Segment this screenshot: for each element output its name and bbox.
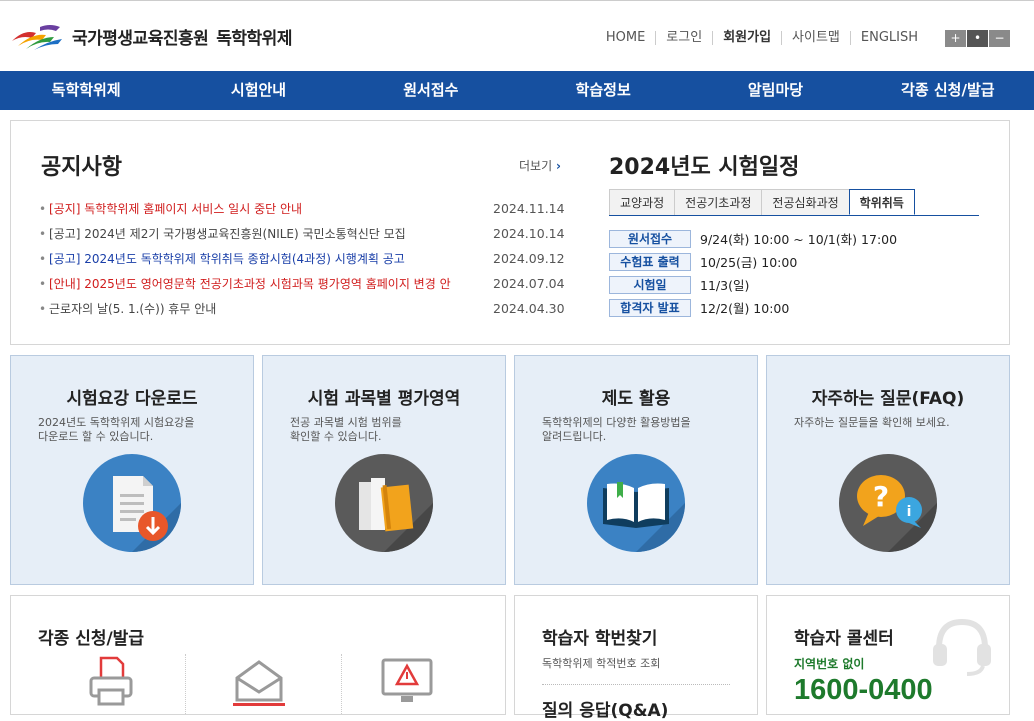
utility-nav: HOME 로그인 회원가입 사이트맵 ENGLISH [596, 31, 928, 45]
schedule-value: 11/3(일) [700, 278, 750, 293]
card-desc: 자주하는 질문들을 확인해 보세요. [794, 416, 950, 429]
schedule-title: 2024년도 시험일정 [609, 155, 800, 180]
card-desc: 전공 과목별 시험 범위를 확인할 수 있습니다. [290, 416, 402, 443]
student-number-title[interactable]: 학습자 학번찾기 [542, 624, 657, 649]
english-link[interactable]: ENGLISH [849, 31, 928, 45]
monitor-warning-icon[interactable] [381, 658, 433, 712]
student-number-panel: 학습자 학번찾기 독학학위제 학적번호 조회 질의 응답(Q&A) [514, 595, 758, 721]
schedule-row: 시험일 11/3(일) [609, 273, 897, 296]
schedule-label: 수험표 출력 [609, 252, 691, 271]
list-item[interactable]: • [공고] 2024년 제2기 국가평생교육진흥원(NILE) 국민소통혁신단 … [39, 221, 569, 246]
open-book-icon [587, 454, 685, 552]
card-faq[interactable]: 자주하는 질문(FAQ) 자주하는 질문들을 확인해 보세요. ? i [766, 355, 1010, 585]
list-item[interactable]: • [공고] 2024년도 독학학위제 학위취득 종합시험(4과정) 시행계획 공… [39, 246, 569, 271]
more-link[interactable]: 더보기 › [519, 157, 561, 174]
notice-title: 공지사항 [41, 155, 122, 180]
card-title: 시험요강 다운로드 [66, 389, 198, 409]
schedule-value: 9/24(화) 10:00 ~ 10/1(화) 17:00 [700, 232, 898, 247]
card-desc: 독학학위제의 다양한 활용방법을 알려드립니다. [542, 416, 691, 443]
card-subject-evaluation[interactable]: 시험 과목별 평가영역 전공 과목별 시험 범위를 확인할 수 있습니다. [262, 355, 506, 585]
call-center-title: 학습자 콜센터 [794, 629, 894, 649]
tab-major-basic[interactable]: 전공기초과정 [674, 189, 763, 215]
nav-item-degree[interactable]: 독학학위제 [0, 71, 172, 110]
schedule-value: 12/2(월) 10:00 [700, 301, 790, 316]
headset-icon [931, 614, 993, 680]
schedule-value: 10/25(금) 10:00 [700, 255, 798, 270]
zoom-in-button[interactable]: + [945, 30, 966, 47]
list-item[interactable]: • [안내] 2025년도 영어영문학 전공기초과정 시험과목 평가영역 홈페이지… [39, 271, 569, 296]
card-exam-guide-download[interactable]: 시험요강 다운로드 2024년도 독학학위제 시험요강을 다운로드 할 수 있습니… [10, 355, 254, 585]
card-system-usage[interactable]: 제도 활용 독학학위제의 다양한 활용방법을 알려드립니다. [514, 355, 758, 585]
schedule-label: 시험일 [609, 275, 691, 294]
call-center-note: 지역번호 없이 [794, 657, 865, 671]
card-title: 자주하는 질문(FAQ) [811, 389, 965, 409]
schedule-row: 원서접수 9/24(화) 10:00 ~ 10/1(화) 17:00 [609, 227, 897, 250]
tab-liberal-arts[interactable]: 교양과정 [609, 189, 676, 215]
qa-title[interactable]: 질의 응답(Q&A) [542, 696, 668, 721]
divider [185, 654, 186, 714]
notice-text[interactable]: [안내] 2025년도 영어영문학 전공기초과정 시험과목 평가영역 홈페이지 … [49, 275, 451, 292]
call-center-panel: 학습자 콜센터 지역번호 없이 1600-0400 [766, 595, 1010, 715]
card-desc: 2024년도 독학학위제 시험요강을 다운로드 할 수 있습니다. [38, 416, 195, 443]
nav-item-application[interactable]: 원서접수 [345, 71, 517, 110]
schedule-tabs: 교양과정 전공기초과정 전공심화과정 학위취득 [609, 189, 979, 216]
notice-text[interactable]: [공지] 독학학위제 홈페이지 서비스 일시 중단 안내 [49, 200, 451, 217]
home-link[interactable]: HOME [596, 31, 655, 45]
books-icon [335, 454, 433, 552]
divider [341, 654, 342, 714]
student-number-desc: 독학학위제 학적번호 조회 [542, 657, 661, 670]
tab-major-advanced[interactable]: 전공심화과정 [761, 189, 850, 215]
zoom-controls: + • − [944, 30, 1010, 47]
envelope-icon[interactable] [233, 656, 285, 710]
site-logo[interactable]: 국가평생교육진흥원 독학학위제 [10, 21, 292, 51]
notice-date: 2024.11.14 [493, 201, 565, 216]
schedule-label: 원서접수 [609, 229, 691, 248]
nav-item-exam-info[interactable]: 시험안내 [172, 71, 344, 110]
divider [542, 684, 730, 685]
header: 국가평생교육진흥원 독학학위제 HOME 로그인 회원가입 사이트맵 ENGLIS… [0, 0, 1034, 71]
notice-text[interactable]: [공고] 2024년도 독학학위제 학위취득 종합시험(4과정) 시행계획 공고 [49, 250, 451, 267]
sitemap-link[interactable]: 사이트맵 [781, 31, 850, 45]
list-item[interactable]: • [공지] 독학학위제 홈페이지 서비스 일시 중단 안내 2024.11.14 [39, 196, 569, 221]
printer-icon[interactable] [89, 656, 133, 710]
schedule-list: 원서접수 9/24(화) 10:00 ~ 10/1(화) 17:00 수험표 출력… [609, 227, 897, 319]
question-bubble-icon: ? i [839, 454, 937, 552]
svg-text:?: ? [873, 480, 889, 513]
notice-date: 2024.10.14 [493, 226, 565, 241]
notice-date: 2024.07.04 [493, 276, 565, 291]
zoom-out-button[interactable]: − [989, 30, 1010, 47]
main-nav: 독학학위제 시험안내 원서접수 학습정보 알림마당 각종 신청/발급 [0, 71, 1034, 110]
apply-issue-panel: 각종 신청/발급 [10, 595, 506, 715]
document-download-icon [83, 454, 181, 552]
call-center-number: 1600-0400 [794, 674, 933, 706]
card-title: 시험 과목별 평가영역 [307, 389, 461, 409]
schedule-row: 수험표 출력 10/25(금) 10:00 [609, 250, 897, 273]
logo-icon [12, 25, 62, 50]
notice-schedule-panel: 공지사항 더보기 › • [공지] 독학학위제 홈페이지 서비스 일시 중단 안내… [10, 120, 1010, 345]
notice-date: 2024.04.30 [493, 301, 565, 316]
list-item[interactable]: • 근로자의 날(5. 1.(수)) 휴무 안내 2024.04.30 [39, 296, 569, 321]
schedule-label: 합격자 발표 [609, 298, 691, 317]
apply-title: 각종 신청/발급 [38, 629, 144, 649]
tab-degree[interactable]: 학위취득 [848, 189, 915, 215]
nav-item-notice[interactable]: 알림마당 [689, 71, 861, 110]
notice-text[interactable]: [공고] 2024년 제2기 국가평생교육진흥원(NILE) 국민소통혁신단 모… [49, 225, 451, 242]
notice-list: • [공지] 독학학위제 홈페이지 서비스 일시 중단 안내 2024.11.14 … [39, 196, 569, 321]
nav-item-requests[interactable]: 각종 신청/발급 [862, 71, 1034, 110]
chevron-right-icon: › [555, 159, 561, 173]
notice-date: 2024.09.12 [493, 251, 565, 266]
schedule-row: 합격자 발표 12/2(월) 10:00 [609, 296, 897, 319]
card-title: 제도 활용 [601, 389, 671, 409]
logo-text: 국가평생교육진흥원 독학학위제 [72, 28, 292, 49]
svg-text:i: i [907, 504, 912, 520]
login-link[interactable]: 로그인 [655, 31, 712, 45]
nav-item-study-info[interactable]: 학습정보 [517, 71, 689, 110]
zoom-reset-button[interactable]: • [967, 30, 988, 47]
signup-link[interactable]: 회원가입 [712, 31, 781, 45]
notice-text[interactable]: 근로자의 날(5. 1.(수)) 휴무 안내 [49, 300, 451, 317]
